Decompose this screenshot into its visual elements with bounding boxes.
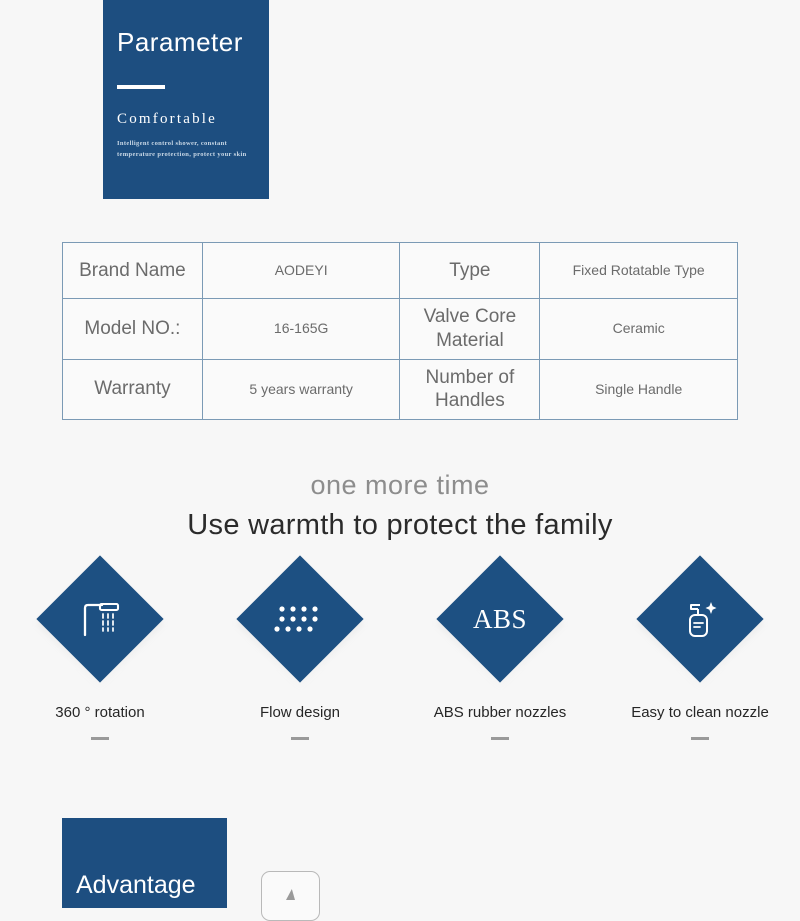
feature-label: Flow design	[259, 704, 341, 721]
spec-label: Model NO.:	[62, 298, 203, 360]
headline-subtitle: one more time	[310, 470, 490, 500]
parameter-banner: Parameter Comfortable Intelligent contro…	[103, 0, 269, 199]
feature-dash	[691, 736, 709, 740]
banner-divider	[117, 84, 165, 89]
feature-item-rotation: 360 ° rotation	[0, 555, 200, 740]
feature-icon-wrap: ABS	[436, 555, 564, 688]
feature-item-abs: ABS ABS rubber nozzles	[400, 555, 600, 740]
table-row: Warranty 5 years warranty Number of Hand…	[62, 358, 738, 420]
banner-subtitle: Comfortable	[117, 110, 218, 127]
feature-label: 360 ° rotation	[55, 704, 145, 721]
feature-item-flow: Flow design	[200, 555, 400, 740]
spec-value: AODEYI	[201, 242, 401, 299]
feature-dash	[491, 736, 509, 740]
feature-item-clean: Easy to clean nozzle	[600, 555, 800, 740]
feature-label: Easy to clean nozzle	[631, 704, 769, 721]
banner-title: Parameter	[117, 27, 243, 57]
spec-value-2: Fixed Rotatable Type	[539, 242, 738, 299]
feature-icon-wrap	[236, 555, 364, 688]
feature-list: 360 ° rotation Flow design ABS ABS rubbe…	[0, 555, 800, 740]
spec-value: 5 years warranty	[201, 358, 401, 420]
feature-icon-wrap	[636, 555, 764, 688]
section-headline: one more time Use warmth to protect the …	[0, 470, 800, 542]
spec-label-2: Valve Core Material	[399, 298, 541, 360]
headline-title: Use warmth to protect the family	[187, 509, 613, 541]
feature-dash	[91, 736, 109, 740]
shower-head-icon	[55, 574, 145, 664]
abs-text-icon: ABS	[455, 574, 545, 664]
soap-dispenser-icon	[655, 574, 745, 664]
table-row: Model NO.: 16-165G Valve Core Material C…	[62, 298, 738, 360]
spec-value-2: Ceramic	[539, 298, 738, 360]
feature-icon-wrap	[36, 555, 164, 688]
spec-value: 16-165G	[201, 298, 401, 360]
spec-value-2: Single Handle	[539, 358, 738, 420]
advantage-card	[261, 871, 320, 921]
feature-dash	[291, 736, 309, 740]
nozzle-dot-grid-icon	[255, 574, 345, 664]
advantage-banner: Advantage	[62, 818, 227, 908]
specification-table: Brand Name AODEYI Type Fixed Rotatable T…	[62, 242, 738, 420]
spec-label-2: Number of Handles	[399, 358, 541, 420]
banner-description: Intelligent control shower, constant tem…	[117, 139, 247, 158]
spec-label-2: Type	[399, 242, 541, 299]
abs-icon-text: ABS	[472, 603, 528, 634]
advantage-card-mark-icon	[286, 889, 295, 900]
table-row: Brand Name AODEYI Type Fixed Rotatable T…	[62, 242, 738, 299]
spec-label: Warranty	[62, 358, 203, 420]
feature-label: ABS rubber nozzles	[433, 704, 567, 721]
advantage-title: Advantage	[76, 871, 196, 899]
spec-label: Brand Name	[62, 242, 203, 299]
